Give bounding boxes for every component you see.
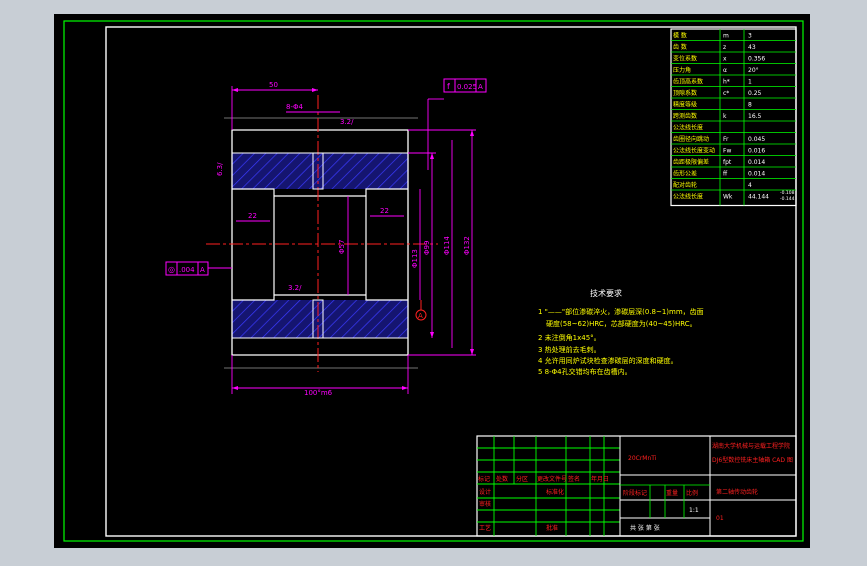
param-name: 齿距极限偏差 bbox=[673, 158, 709, 166]
param-value: 4 bbox=[748, 182, 752, 189]
param-symbol: x bbox=[723, 56, 727, 63]
param-value: 0.016 bbox=[748, 148, 765, 155]
dim-d99: Φ99 bbox=[423, 241, 431, 255]
tol-top-datum: A bbox=[478, 83, 483, 91]
param-symbol: Fw bbox=[723, 148, 731, 155]
param-name: 精度等级 bbox=[673, 101, 697, 109]
param-tol-lo: -0.144 bbox=[780, 196, 795, 202]
dim-d57: Φ57 bbox=[338, 240, 346, 254]
hatch-bottom bbox=[232, 300, 408, 338]
rev-h-1: 处数 bbox=[496, 475, 508, 483]
drawing-canvas: 50 8-Φ4 100°m6 22 22 Φ57 Φ113 Φ99 Φ114 Φ… bbox=[54, 14, 810, 548]
param-symbol: c* bbox=[723, 90, 729, 97]
stage-h-1: 重量 bbox=[666, 489, 678, 497]
param-name: 齿 数 bbox=[673, 43, 687, 51]
sheet-count: 共 张 第 张 bbox=[630, 524, 660, 532]
tol-left-datum: A bbox=[200, 266, 205, 274]
drawing-name: 第二轴传动齿轮 bbox=[716, 488, 758, 496]
material: 20CrMnTi bbox=[628, 455, 657, 462]
roughness-top: 3.2/ bbox=[340, 118, 354, 126]
rev-h-4: 签名 bbox=[568, 475, 580, 483]
company-line1: 湖南大学机械与运载工程学院 bbox=[712, 442, 790, 450]
cad-viewport: 50 8-Φ4 100°m6 22 22 Φ57 Φ113 Φ99 Φ114 Φ… bbox=[0, 0, 867, 562]
note-line-6: 5 8-Φ4孔交错均布在齿槽内。 bbox=[538, 367, 632, 376]
param-tol-hi: -0.108 bbox=[780, 190, 795, 196]
param-value: 20° bbox=[748, 67, 759, 74]
param-name: 公法线长度 bbox=[673, 193, 703, 201]
scale: 1:1 bbox=[689, 507, 699, 514]
param-name: 模 数 bbox=[673, 32, 687, 40]
note-line-1: 1 "——"部位渗碳淬火，渗碳层深(0.8~1)mm，齿面 bbox=[538, 307, 704, 316]
param-name: 跨测齿数 bbox=[673, 112, 697, 120]
roughness-left: 6.3/ bbox=[216, 162, 224, 176]
datum-letter: A bbox=[418, 312, 423, 320]
dim-d132: Φ132 bbox=[463, 236, 471, 255]
param-name: 配对齿轮 bbox=[673, 181, 697, 189]
dim-holes: 8-Φ4 bbox=[286, 103, 303, 111]
std-label: 标准化 bbox=[546, 488, 564, 496]
dim-100: 100°m6 bbox=[304, 389, 333, 397]
dim-50: 50 bbox=[269, 81, 278, 89]
approve-label: 批准 bbox=[546, 524, 558, 532]
param-value: 1 bbox=[748, 79, 752, 86]
param-value: 43 bbox=[748, 44, 756, 51]
param-symbol: Wk bbox=[723, 194, 733, 201]
review-label: 审核 bbox=[479, 500, 491, 508]
rev-h-0: 标记 bbox=[478, 475, 490, 483]
param-value: 0.356 bbox=[748, 56, 765, 63]
param-name: 变位系数 bbox=[673, 55, 697, 63]
param-value: 3 bbox=[748, 33, 752, 40]
roughness-mid: 3.2/ bbox=[288, 284, 302, 292]
tol-left-symbol: ◎ bbox=[168, 265, 175, 274]
param-value: 44.144 bbox=[748, 194, 769, 201]
notes-title: 技术要求 bbox=[590, 288, 622, 298]
param-symbol: z bbox=[723, 44, 726, 51]
note-line-3: 2 未注倒角1x45°。 bbox=[538, 333, 601, 342]
dim-d114: Φ114 bbox=[443, 236, 451, 255]
param-symbol: Fr bbox=[723, 136, 729, 143]
stage-h-2: 比例 bbox=[686, 489, 698, 497]
stage-h-0: 阶段标记 bbox=[623, 489, 647, 497]
rev-h-5: 年月日 bbox=[591, 475, 609, 483]
note-line-4: 3 热处理前去毛刺。 bbox=[538, 345, 601, 354]
param-symbol: h* bbox=[723, 79, 730, 86]
param-name: 齿形公差 bbox=[673, 170, 697, 178]
tol-left-value: .004 bbox=[179, 266, 195, 274]
param-symbol: m bbox=[723, 33, 729, 40]
dim-22-left: 22 bbox=[248, 212, 257, 220]
param-name: 齿顶高系数 bbox=[673, 78, 703, 86]
param-value: 16.5 bbox=[748, 113, 762, 120]
rev-h-3: 更改文件号 bbox=[537, 475, 567, 483]
note-line-2: 硬度(58~62)HRC，芯部硬度为(40~45)HRC。 bbox=[546, 319, 697, 328]
param-name: 公法线长度 bbox=[673, 124, 703, 132]
param-value: 0.25 bbox=[748, 90, 762, 97]
param-name: 齿圈径向跳动 bbox=[673, 135, 709, 143]
design-label: 设计 bbox=[479, 488, 491, 496]
tol-top-value: 0.025 bbox=[457, 83, 477, 91]
hatch-top bbox=[232, 153, 408, 189]
dim-22-right: 22 bbox=[380, 207, 389, 215]
rev-h-2: 分区 bbox=[516, 475, 528, 483]
param-symbol: α bbox=[723, 67, 727, 74]
param-value: 0.045 bbox=[748, 136, 765, 143]
param-symbol: k bbox=[723, 113, 727, 120]
param-value: 0.014 bbox=[748, 171, 765, 178]
tol-top-symbol: f bbox=[447, 82, 450, 91]
param-name: 顶隙系数 bbox=[673, 89, 697, 97]
note-line-5: 4 允许用同炉试块检查渗碳层的深度和硬度。 bbox=[538, 356, 678, 365]
drawing-no: 01 bbox=[716, 515, 724, 522]
dim-d113: Φ113 bbox=[411, 249, 419, 268]
param-name: 公法线长度变动 bbox=[673, 147, 715, 155]
param-symbol: fpt bbox=[723, 159, 732, 166]
param-value: 8 bbox=[748, 102, 752, 109]
craft-label: 工艺 bbox=[479, 524, 491, 532]
param-name: 压力角 bbox=[673, 66, 691, 74]
company-line2: DJ6型数控铣床主轴箱 CAD 图 bbox=[712, 456, 793, 464]
param-value: 0.014 bbox=[748, 159, 765, 166]
